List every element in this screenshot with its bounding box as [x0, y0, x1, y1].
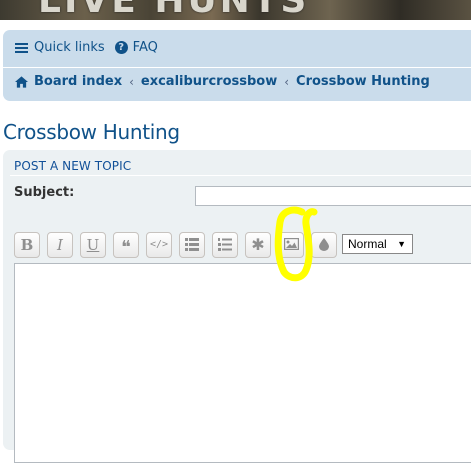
bold-button[interactable]: B [14, 232, 40, 258]
font-size-select[interactable]: Normal ▼ [342, 234, 413, 254]
quick-links-link[interactable]: Quick links [15, 40, 105, 55]
ordered-list-button[interactable] [212, 232, 238, 258]
faq-label: FAQ [132, 40, 158, 55]
menu-icon [15, 42, 28, 53]
color-drop-icon [319, 238, 329, 251]
breadcrumb-separator: ‹ [129, 74, 134, 89]
post-form-heading: POST A NEW TOPIC [14, 159, 132, 173]
quote-button[interactable]: ❝ [113, 232, 139, 258]
underline-button[interactable]: U [80, 232, 106, 258]
breadcrumb-separator: ‹ [284, 74, 290, 89]
question-icon: ? [114, 41, 128, 54]
image-button[interactable] [278, 232, 304, 258]
message-textarea[interactable] [14, 263, 471, 463]
breadcrumb: Board index ‹ excaliburcrossbow ‹ Crossb… [15, 74, 430, 89]
color-button[interactable] [311, 232, 337, 258]
breadcrumb-board-index[interactable]: Board index [34, 74, 122, 89]
subject-label: Subject: [14, 185, 75, 200]
subject-input[interactable] [195, 186, 471, 206]
nav-panel: Quick links ? FAQ Board index ‹ excalibu… [3, 30, 471, 101]
home-icon [15, 75, 28, 88]
font-size-value: Normal [348, 237, 387, 251]
post-form-panel: POST A NEW TOPIC Subject: B I U ❝ </> ✱ [3, 150, 471, 463]
ordered-list-icon [218, 238, 232, 251]
image-icon [283, 237, 299, 251]
quick-links-label: Quick links [34, 40, 105, 55]
chevron-down-icon: ▼ [397, 239, 406, 249]
italic-button[interactable]: I [47, 232, 73, 258]
post-form-divider [10, 175, 471, 176]
list-icon [185, 238, 199, 251]
list-item-button[interactable]: ✱ [245, 232, 271, 258]
site-banner: LIVE HUNTS [0, 0, 471, 20]
list-button[interactable] [179, 232, 205, 258]
page-title[interactable]: Crossbow Hunting [3, 120, 180, 144]
code-button[interactable]: </> [146, 232, 172, 258]
banner-text: LIVE HUNTS [38, 0, 309, 20]
nav-links: Quick links ? FAQ [15, 40, 168, 55]
nav-divider [3, 67, 471, 68]
breadcrumb-forum-group[interactable]: excaliburcrossbow [141, 74, 277, 89]
breadcrumb-forum[interactable]: Crossbow Hunting [296, 74, 430, 89]
faq-link[interactable]: ? FAQ [114, 40, 158, 55]
